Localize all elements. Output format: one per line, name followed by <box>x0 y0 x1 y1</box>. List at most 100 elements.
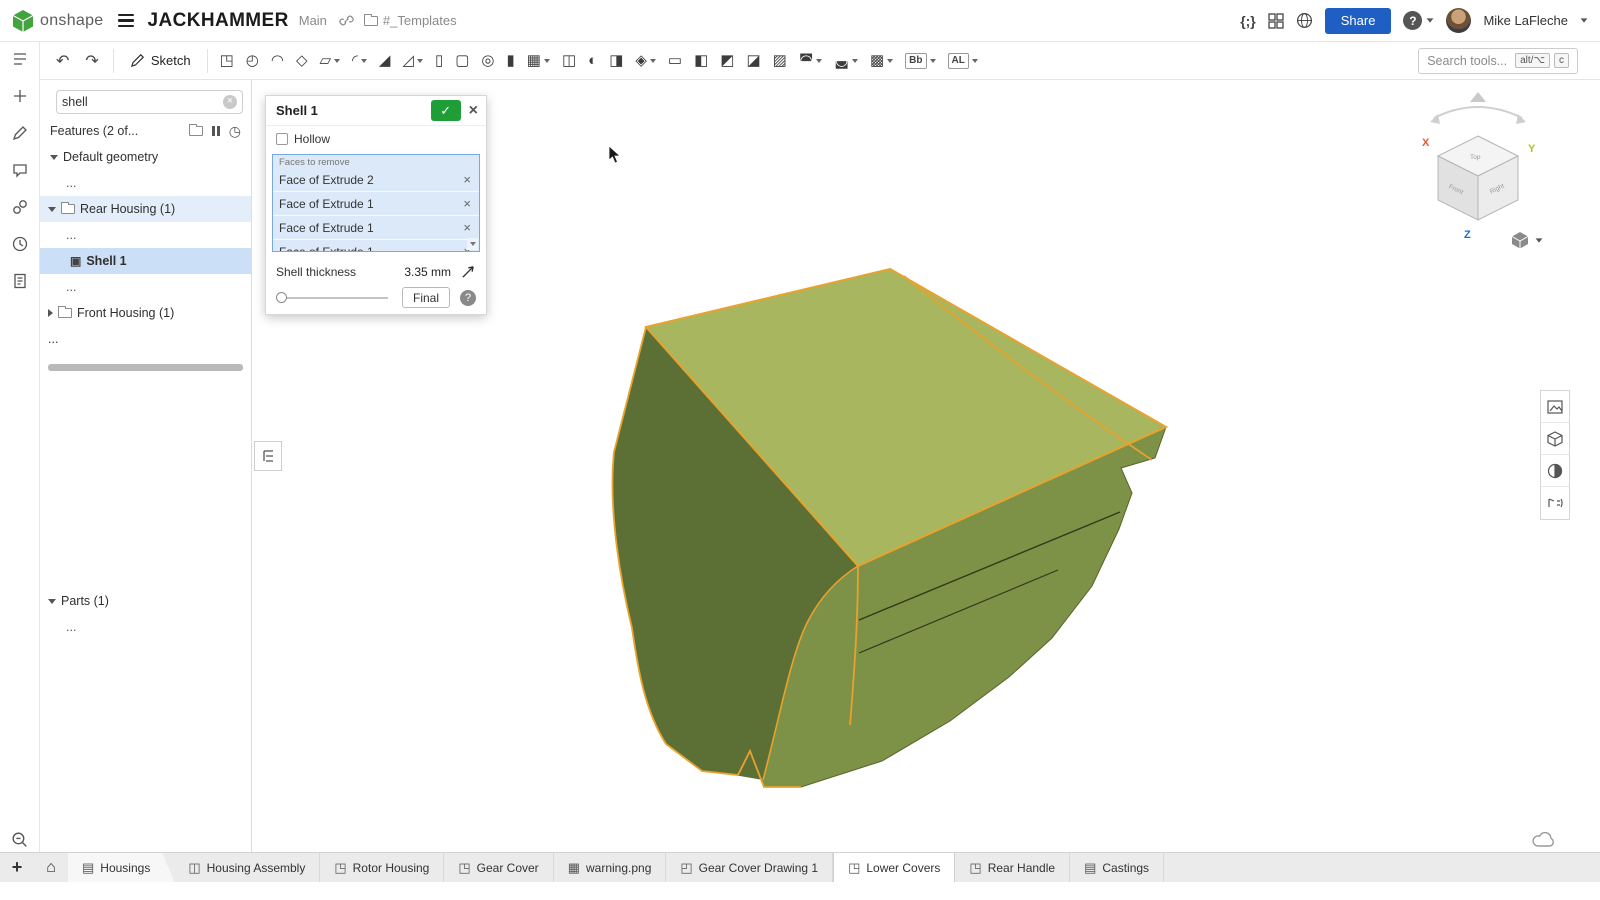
chevron-down-icon[interactable] <box>650 59 656 63</box>
tree-item-front-housing[interactable]: Front Housing (1) <box>40 300 251 326</box>
chevron-down-icon[interactable] <box>48 207 56 212</box>
history-icon[interactable] <box>9 233 31 255</box>
list-scroll-arrow[interactable] <box>467 238 478 250</box>
tab-lower-covers[interactable]: ◳ Lower Covers <box>833 853 955 882</box>
face-item[interactable]: Face of Extrude 1 × <box>273 216 479 240</box>
tool-move-face[interactable]: ◧ <box>690 51 712 70</box>
faces-to-remove-list[interactable]: Faces to remove Face of Extrude 2 × Face… <box>272 154 480 252</box>
chevron-down-icon[interactable] <box>544 59 550 63</box>
tool-offset-surface[interactable]: ◪ <box>742 51 764 70</box>
view-modes-icon[interactable] <box>1541 423 1569 455</box>
chevron-down-icon[interactable] <box>361 59 367 63</box>
section-view-icon[interactable] <box>1541 455 1569 487</box>
tool-transform[interactable]: ◈ <box>631 51 660 70</box>
rollback-clock-icon[interactable]: ◷ <box>229 124 241 138</box>
view-cube[interactable]: Top Front Right X Y Z <box>1408 88 1548 248</box>
tree-more-items[interactable]: ... <box>40 170 251 196</box>
home-button[interactable]: ⌂ <box>34 853 68 882</box>
clear-filter-icon[interactable]: × <box>223 95 237 109</box>
featurescript-icon[interactable]: {;} <box>1240 13 1256 29</box>
tab-gear-cover-drawing-1[interactable]: ◰ Gear Cover Drawing 1 <box>666 853 833 882</box>
tab-housings[interactable]: ▤ Housings <box>68 853 174 882</box>
tool-sweep[interactable]: ◠ <box>267 51 288 70</box>
tool-revolve[interactable]: ◴ <box>242 51 263 70</box>
tool-custom-al[interactable]: AL <box>944 51 982 71</box>
tool-chamfer[interactable]: ◢ <box>375 51 395 70</box>
user-name[interactable]: Mike LaFleche <box>1483 13 1568 28</box>
feature-list-icon[interactable] <box>9 48 31 70</box>
face-item[interactable]: Face of Extrude 1 × <box>273 240 479 252</box>
tab-housing-assembly[interactable]: ◫ Housing Assembly <box>174 853 320 882</box>
variables-icon[interactable] <box>9 85 31 107</box>
tool-curve-tools[interactable]: ◛ <box>830 51 862 70</box>
tree-item-default-geometry[interactable]: Default geometry <box>40 144 251 170</box>
tool-surface-tools[interactable]: ◚ <box>795 51 827 70</box>
tree-item-shell-1[interactable]: ▣ Shell 1 <box>40 248 251 274</box>
tab-castings[interactable]: ▤ Castings <box>1070 853 1164 882</box>
chevron-down-icon[interactable] <box>930 59 936 63</box>
tool-rib[interactable]: ▯ <box>431 51 447 70</box>
rollback-bar[interactable] <box>48 364 243 371</box>
tool-replace-face[interactable]: ◩ <box>716 51 738 70</box>
tool-custom-bb[interactable]: Bb <box>901 51 939 71</box>
tool-hole[interactable]: ◎ <box>477 51 498 70</box>
tool-thicken[interactable]: ▱ <box>315 51 344 70</box>
tool-split[interactable]: ◨ <box>605 51 627 70</box>
chevron-right-icon[interactable] <box>48 309 53 317</box>
parts-more-items[interactable]: ... <box>40 614 251 640</box>
final-button[interactable]: Final <box>402 287 450 308</box>
hamburger-menu-icon[interactable] <box>118 14 134 28</box>
chevron-down-icon[interactable] <box>48 599 56 604</box>
search-tools-box[interactable]: Search tools... alt/⌥ c <box>1418 48 1578 74</box>
tool-linear-pattern[interactable]: ▦ <box>523 51 554 70</box>
document-title[interactable]: JACKHAMMER <box>148 10 289 32</box>
globe-icon[interactable] <box>1296 12 1313 29</box>
chevron-down-icon[interactable] <box>887 59 893 63</box>
tool-fillet[interactable]: ◜ <box>348 51 371 70</box>
chevron-down-icon[interactable] <box>417 59 423 63</box>
remove-face-icon[interactable]: × <box>463 196 471 211</box>
mate-connector-icon[interactable] <box>9 196 31 218</box>
parts-header[interactable]: Parts (1) <box>40 588 251 614</box>
tree-more-items[interactable]: ... <box>40 326 251 352</box>
tool-boolean[interactable]: ◐ <box>584 51 601 70</box>
folder-path[interactable]: #_Templates <box>383 13 457 28</box>
comment-icon[interactable] <box>9 159 31 181</box>
hollow-checkbox-row[interactable]: Hollow <box>266 126 486 152</box>
workspace-branch[interactable]: Main <box>299 13 327 28</box>
tool-fill-surface[interactable]: ▨ <box>769 51 791 70</box>
apps-grid-icon[interactable] <box>1268 13 1284 29</box>
redo-button[interactable]: ↷ <box>77 49 106 73</box>
edit-icon[interactable] <box>9 122 31 144</box>
tool-thread[interactable]: ▮ <box>502 51 518 70</box>
tree-more-items[interactable]: ... <box>40 274 251 300</box>
add-tab-button[interactable]: + <box>0 853 34 882</box>
tool-shell[interactable]: ▢ <box>451 51 473 70</box>
thickness-slider[interactable] <box>276 297 388 299</box>
remove-face-icon[interactable]: × <box>463 220 471 235</box>
remove-face-icon[interactable]: × <box>463 172 471 187</box>
slider-knob[interactable] <box>276 292 287 303</box>
tool-draft[interactable]: ◿ <box>398 51 427 70</box>
tree-more-items[interactable]: ... <box>40 222 251 248</box>
face-item[interactable]: Face of Extrude 1 × <box>273 192 479 216</box>
feature-list-flyout-button[interactable] <box>254 441 282 471</box>
tool-extrude[interactable]: ◳ <box>216 51 238 70</box>
chevron-down-icon[interactable] <box>852 59 858 63</box>
sketch-button[interactable]: Sketch <box>120 50 201 71</box>
insert-folder-icon[interactable] <box>189 124 203 138</box>
undo-button[interactable]: ↶ <box>48 49 77 73</box>
preview-search-icon[interactable] <box>9 828 31 850</box>
chevron-down-icon[interactable] <box>50 155 58 160</box>
sync-status-icon[interactable] <box>1532 832 1556 848</box>
tool-delete-part[interactable]: ▭ <box>664 51 686 70</box>
named-views-icon[interactable] <box>1541 487 1569 519</box>
link-icon[interactable] <box>339 13 354 28</box>
dialog-help-icon[interactable]: ? <box>460 290 476 306</box>
confirm-button[interactable]: ✓ <box>431 100 461 121</box>
help-menu[interactable]: ? <box>1403 11 1434 30</box>
view-mode-button[interactable] <box>1510 230 1543 250</box>
chevron-down-icon[interactable] <box>1581 18 1588 22</box>
user-avatar[interactable] <box>1446 8 1471 33</box>
tab-rear-handle[interactable]: ◳ Rear Handle <box>955 853 1070 882</box>
